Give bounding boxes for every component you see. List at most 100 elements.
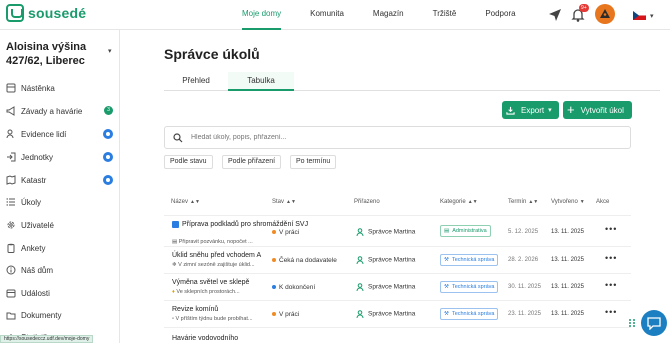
document-icon [172,220,179,228]
table-row[interactable]: Výměna světel ve sklepě ♦ Ve sklepních p… [164,274,631,301]
building-selector[interactable]: Aloisina výšina 427/62, Liberec [6,40,110,68]
sidebar-item-dokumenty[interactable]: Dokumenty [6,307,118,323]
user-avatar[interactable] [595,4,615,24]
nav-komunita[interactable]: Komunita [310,0,344,30]
more-actions-icon[interactable]: ••• [605,253,617,263]
sidebar-item-ukoly[interactable]: Úkoly [6,194,118,210]
wrench-icon: ⚒ [444,284,449,290]
sort-desc-icon: ▼ [579,199,585,205]
task-due: 30. 11. 2025 [508,284,541,290]
category-text: Technická správa [451,284,495,290]
export-button[interactable]: Export ▾ [502,101,559,119]
chevron-down-icon: ▾ [548,107,552,114]
nav-podpora[interactable]: Podpora [485,0,515,30]
chat-button[interactable] [641,310,667,336]
task-title[interactable]: Revize komínů [172,305,218,314]
status-dot [272,285,276,290]
chevron-down-icon[interactable]: ▾ [108,47,112,55]
nav-magazin[interactable]: Magazín [373,0,404,30]
filter-by-due[interactable]: Po termínu [290,155,337,169]
col-label: Název [171,199,189,205]
sidebar-item-uzivatele[interactable]: Uživatelé [6,217,118,233]
sidebar-item-label: Uživatelé [21,220,54,230]
drag-handle-icon[interactable] [628,318,636,328]
eye-icon[interactable] [103,129,113,139]
assignee-name: Správce Martina [368,228,416,236]
sidebar-item-nas-dum[interactable]: Náš dům [6,262,118,278]
folder-icon [6,312,16,320]
sidebar-item-label: Katastr [21,175,47,185]
search-input[interactable] [191,134,591,141]
table-row[interactable]: Havárie vodovodního [164,328,631,343]
nav-trziste[interactable]: Tržiště [433,0,457,30]
col-kategorie[interactable]: Kategorie ▲▼ [440,199,478,205]
more-actions-icon[interactable]: ••• [605,224,617,234]
task-title[interactable]: Úklid sněhu před vchodem A [172,251,261,260]
door-icon [7,152,16,162]
col-vytvoreno[interactable]: Vytvořeno ▼ [551,199,585,205]
task-title[interactable]: Příprava podkladů pro shromáždění SVJ [172,220,308,229]
status-dot [272,258,276,263]
count-badge: 3 [104,106,113,115]
col-nazev[interactable]: Název ▲▼ [171,199,200,205]
status-text: K dokončení [279,284,316,291]
send-icon[interactable] [548,8,562,22]
task-subtitle: ❄ V zimní sezóně zajištuje úklid... [172,262,255,268]
eye-icon[interactable] [103,175,113,185]
table-row[interactable]: Revize komínů ▫ V příštím týdnu bude pro… [164,301,631,328]
table-row[interactable]: Příprava podkladů pro shromáždění SVJ ▤ … [164,216,631,247]
category-tag: ⚒ Technická správa [440,254,499,266]
note-icon: ▤ [172,239,179,245]
task-title[interactable]: Výměna světel ve sklepě [172,278,249,287]
czech-flag-icon[interactable] [633,11,646,20]
tab-prehled[interactable]: Přehled [164,72,228,91]
clipboard-icon [7,243,15,253]
task-assignee: Správce Martina [356,283,415,291]
task-title[interactable]: Havárie vodovodního [172,334,238,343]
logo[interactable]: sousedé [6,4,86,22]
table-row[interactable]: Úklid sněhu před vchodem A ❄ V zimní sez… [164,247,631,274]
sidebar-item-katastr[interactable]: Katastr [6,172,118,188]
task-assignee: Správce Martina [356,256,415,264]
col-label: Akce [596,199,610,205]
sidebar-item-zavady[interactable]: Závady a havárie 3 [6,103,118,119]
category-text: Technická správa [451,257,495,263]
sidebar-item-jednotky[interactable]: Jednotky [6,149,118,165]
more-actions-icon[interactable]: ••• [605,280,617,290]
sort-icon: ▲▼ [286,199,296,205]
notifications-button[interactable]: 9+ [571,4,589,23]
search-icon [173,132,183,142]
status-text: Čeká na dodavatele [279,257,337,264]
col-prirazeno: Přiřazeno [354,199,380,205]
tab-tabulka[interactable]: Tabulka [228,72,294,91]
status-text: V práci [279,311,300,318]
more-actions-icon[interactable]: ••• [605,307,617,317]
sidebar-item-udalosti[interactable]: Události [6,285,118,301]
col-label: Přiřazeno [354,199,380,205]
task-created: 13. 11. 2025 [551,257,584,263]
create-task-button[interactable]: + Vytvořit úkol [563,101,632,119]
info-icon [6,265,16,275]
assignee-name: Správce Martina [368,283,416,291]
col-stav[interactable]: Stav ▲▼ [272,199,296,205]
wrench-icon: ⚒ [444,311,449,317]
sidebar-item-label: Evidence lidí [21,129,67,139]
task-status: V práci [272,229,299,236]
task-created: 13. 11. 2025 [551,311,584,317]
task-created: 13. 11. 2025 [551,284,584,290]
language-caret-icon[interactable]: ▾ [650,12,654,20]
nav-moje-domy[interactable]: Moje domy [242,0,282,30]
download-icon [506,106,515,115]
category-text: Technická správa [451,311,495,317]
sidebar-item-ankety[interactable]: Ankety [6,240,118,256]
filter-by-assignee[interactable]: Podle přiřazení [222,155,282,169]
main-content: Správce úkolů Přehled Tabulka Export ▾ +… [121,30,670,343]
sidebar-item-evidence-lidi[interactable]: Evidence lidí [6,126,118,142]
filter-by-status[interactable]: Podle stavu [164,155,213,169]
col-termin[interactable]: Termín ▲▼ [508,199,538,205]
notification-badge: 9+ [579,4,589,12]
eye-icon[interactable] [103,152,113,162]
person-icon [356,283,364,291]
sidebar-item-label: Úkoly [21,197,42,207]
sidebar-item-nastenka[interactable]: Nástěnka [6,80,118,96]
